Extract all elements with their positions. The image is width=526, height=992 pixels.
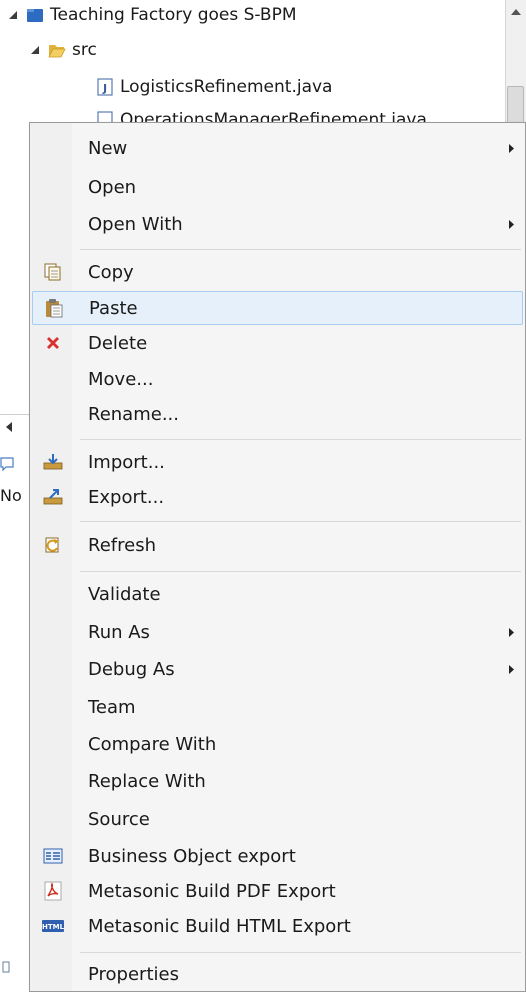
menu-item-open[interactable]: Open <box>32 170 523 204</box>
menu-item-label: Open With <box>88 213 183 235</box>
menu-separator <box>80 439 521 440</box>
panel-tab-fragment: No <box>0 486 22 505</box>
menu-item-copy[interactable]: Copy <box>32 255 523 289</box>
menu-item-label: Debug As <box>88 658 175 680</box>
copy-icon <box>42 261 64 283</box>
tree-item-file[interactable]: J LogisticsRefinement.java <box>96 77 332 97</box>
menu-item-label: Business Object export <box>88 845 296 867</box>
menu-item-label: Export... <box>88 486 165 508</box>
menu-item-label: Metasonic Build HTML Export <box>88 915 351 937</box>
menu-item-html-export[interactable]: HTML Metasonic Build HTML Export <box>32 909 523 943</box>
menu-item-validate[interactable]: Validate <box>32 577 523 611</box>
menu-item-compare-with[interactable]: Compare With <box>32 727 523 761</box>
menu-item-pdf-export[interactable]: Metasonic Build PDF Export <box>32 874 523 908</box>
business-object-icon <box>42 845 64 867</box>
menu-item-import[interactable]: Import... <box>32 445 523 479</box>
submenu-arrow-icon <box>509 219 514 229</box>
tree-item-src[interactable]: src <box>30 40 97 60</box>
svg-text:HTML: HTML <box>42 923 64 931</box>
menu-item-team[interactable]: Team <box>32 690 523 724</box>
svg-text:J: J <box>102 82 107 95</box>
submenu-arrow-icon <box>509 664 514 674</box>
package-explorer-tree: Teaching Factory goes S-BPM src J Logist… <box>0 0 526 130</box>
menu-item-move[interactable]: Move... <box>32 362 523 396</box>
scroll-left-icon[interactable] <box>4 420 14 434</box>
submenu-arrow-icon <box>509 627 514 637</box>
menu-item-export[interactable]: Export... <box>32 480 523 514</box>
tree-item-label: LogisticsRefinement.java <box>120 77 333 97</box>
menu-item-source[interactable]: Source <box>32 802 523 836</box>
menu-item-label: Open <box>88 176 137 198</box>
menu-item-run-as[interactable]: Run As <box>32 615 523 649</box>
menu-item-label: Copy <box>88 261 134 283</box>
menu-item-label: Team <box>88 696 136 718</box>
open-folder-icon <box>48 41 66 59</box>
tree-item-project[interactable]: Teaching Factory goes S-BPM <box>8 5 297 25</box>
menu-item-properties[interactable]: Properties <box>32 957 523 991</box>
menu-item-label: Metasonic Build PDF Export <box>88 880 336 902</box>
menu-item-label: Rename... <box>88 403 179 425</box>
scroll-up-icon[interactable] <box>509 6 523 18</box>
menu-item-label: Import... <box>88 451 165 473</box>
tree-item-label: src <box>72 40 97 60</box>
menu-item-open-with[interactable]: Open With <box>32 207 523 241</box>
menu-item-replace-with[interactable]: Replace With <box>32 764 523 798</box>
delete-x-icon <box>42 332 64 354</box>
comment-icon <box>0 457 14 472</box>
menu-separator <box>80 249 521 250</box>
java-file-icon: J <box>96 78 114 96</box>
panel-icon <box>2 961 10 973</box>
menu-item-paste[interactable]: Paste <box>32 291 523 325</box>
pdf-icon <box>42 880 64 902</box>
export-icon <box>42 486 64 508</box>
menu-item-rename[interactable]: Rename... <box>32 397 523 431</box>
menu-item-label: Source <box>88 808 150 830</box>
menu-item-label: Paste <box>89 297 138 319</box>
vertical-scrollbar[interactable] <box>505 0 526 130</box>
menu-item-delete[interactable]: Delete <box>32 326 523 360</box>
menu-item-debug-as[interactable]: Debug As <box>32 652 523 686</box>
submenu-arrow-icon <box>509 143 514 153</box>
project-folder-icon <box>26 6 44 24</box>
import-icon <box>42 451 64 473</box>
menu-separator <box>80 571 521 572</box>
menu-item-new[interactable]: New <box>32 131 523 165</box>
html-icon: HTML <box>42 915 64 937</box>
expanded-twisty-icon[interactable] <box>8 10 18 20</box>
menu-item-label: Move... <box>88 368 154 390</box>
menu-item-label: Replace With <box>88 770 206 792</box>
menu-item-label: New <box>88 137 128 159</box>
menu-item-label: Run As <box>88 621 150 643</box>
menu-item-label: Delete <box>88 332 148 354</box>
context-menu: New Open Open With Copy Paste Delete Mov… <box>29 122 526 992</box>
menu-separator <box>80 952 521 953</box>
tree-item-label: Teaching Factory goes S-BPM <box>50 5 297 25</box>
menu-item-label: Validate <box>88 583 161 605</box>
menu-item-business-object-export[interactable]: Business Object export <box>32 839 523 873</box>
menu-item-label: Compare With <box>88 733 217 755</box>
menu-item-refresh[interactable]: Refresh <box>32 528 523 562</box>
menu-item-label: Refresh <box>88 534 156 556</box>
expanded-twisty-icon[interactable] <box>30 45 40 55</box>
menu-item-label: Properties <box>88 963 179 985</box>
refresh-icon <box>42 534 64 556</box>
menu-separator <box>80 521 521 522</box>
paste-icon <box>43 297 65 319</box>
